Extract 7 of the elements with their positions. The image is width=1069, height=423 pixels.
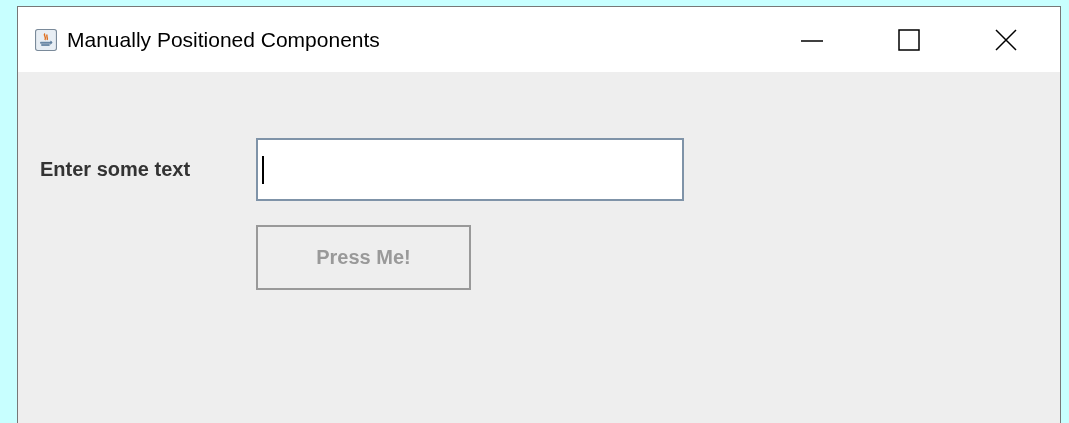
field-label: Enter some text bbox=[40, 158, 192, 181]
window-title: Manually Positioned Components bbox=[67, 27, 380, 52]
minimize-icon bbox=[800, 39, 823, 42]
close-icon bbox=[994, 28, 1017, 51]
text-field[interactable] bbox=[256, 138, 684, 201]
coffee-cup-icon bbox=[35, 28, 57, 51]
maximize-icon bbox=[897, 28, 920, 51]
